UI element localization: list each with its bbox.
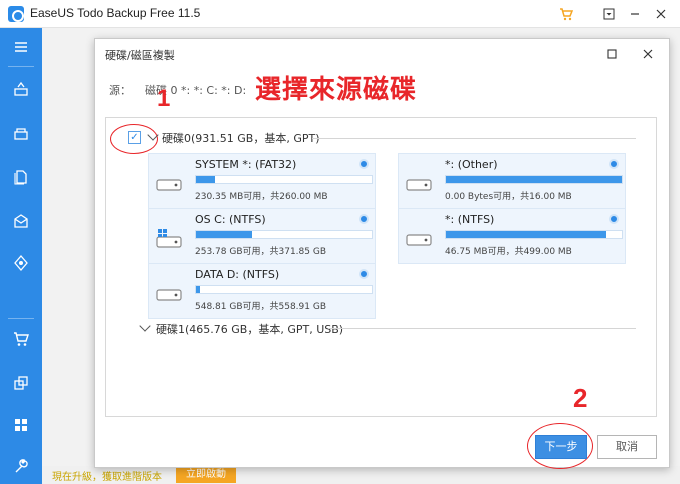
maximize-icon[interactable] — [601, 43, 623, 65]
upgrade-text: 現在升級，獲取進階版本 — [52, 472, 162, 483]
clone-dialog: 硬碟/磁區複製 源： 磁碟 0 *: *: C: *: D: 選擇來源磁碟 1 … — [94, 38, 670, 469]
mail-backup-icon[interactable] — [0, 208, 42, 234]
activate-button[interactable]: 立即啟動 — [176, 467, 236, 483]
disk1-expand-chevron-icon[interactable] — [139, 320, 151, 332]
partition-name: *: (NTFS) — [445, 213, 495, 226]
partition-select-radio[interactable] — [359, 269, 369, 279]
partition-select-radio[interactable] — [609, 159, 619, 169]
annotation-number-1: 1 — [157, 85, 171, 112]
disk0-checkbox[interactable]: ✓ — [128, 131, 141, 144]
close-app-icon[interactable] — [650, 4, 672, 24]
partition-name: SYSTEM *: (FAT32) — [195, 158, 297, 171]
partition-card[interactable]: OS C: (NTFS) 253.78 GB可用，共371.85 GB — [148, 208, 376, 264]
usage-fill — [196, 231, 253, 238]
partition-card[interactable]: *: (Other) 0.00 Bytes可用，共16.00 MB — [398, 153, 626, 209]
partition-name: DATA D: (NTFS) — [195, 268, 280, 281]
usage-fill — [196, 176, 216, 183]
partition-card[interactable]: DATA D: (NTFS) 548.81 GB可用，共558.91 GB — [148, 263, 376, 319]
file-backup-icon[interactable] — [0, 164, 42, 190]
source-label: 源： — [109, 84, 131, 97]
next-button[interactable]: 下一步 — [535, 435, 587, 459]
usage-bar — [195, 285, 373, 294]
app-titlebar: EaseUS Todo Backup Free 11.5 — [0, 0, 680, 28]
hdd-icon — [405, 227, 433, 249]
hamburger-menu-icon[interactable] — [0, 34, 42, 60]
usage-fill — [446, 176, 622, 183]
partition-info: 46.75 MB可用，共499.00 MB — [445, 247, 572, 257]
partition-name: OS C: (NTFS) — [195, 213, 266, 226]
app-logo-icon — [8, 6, 24, 22]
system-backup-icon[interactable] — [0, 120, 42, 146]
usage-bar — [445, 230, 623, 239]
windows-os-icon — [155, 227, 183, 249]
partition-info: 548.81 GB可用，共558.91 GB — [195, 302, 327, 312]
usage-bar — [445, 175, 623, 184]
usage-fill — [446, 231, 607, 238]
partition-name: *: (Other) — [445, 158, 498, 171]
partition-info: 230.35 MB可用，共260.00 MB — [195, 192, 328, 202]
sidebar — [0, 28, 42, 484]
close-dialog-icon[interactable] — [637, 43, 659, 65]
disk1-label: 硬碟1(465.76 GB，基本, GPT, USB) — [156, 323, 344, 336]
disk0-label: 硬碟0(931.51 GB，基本, GPT) — [162, 132, 320, 145]
disk-list[interactable]: ✓ 硬碟0(931.51 GB，基本, GPT) SYSTEM *: (FAT3… — [105, 117, 657, 417]
partition-info: 253.78 GB可用，共371.85 GB — [195, 247, 327, 257]
disk-backup-icon[interactable] — [0, 76, 42, 102]
partition-select-radio[interactable] — [359, 159, 369, 169]
partition-info: 0.00 Bytes可用，共16.00 MB — [445, 192, 572, 202]
partition-select-radio[interactable] — [359, 214, 369, 224]
usage-bar — [195, 230, 373, 239]
dialog-title: 硬碟/磁區複製 — [105, 49, 175, 62]
app-title: EaseUS Todo Backup Free 11.5 — [30, 6, 201, 20]
clone-icon[interactable] — [0, 370, 42, 396]
cart-icon[interactable] — [555, 4, 577, 24]
smart-backup-icon[interactable] — [0, 250, 42, 276]
select-source-heading: 選擇來源磁碟 — [255, 75, 418, 105]
hdd-icon — [155, 282, 183, 304]
partition-card[interactable]: SYSTEM *: (FAT32) 230.35 MB可用，共260.00 MB — [148, 153, 376, 209]
tools-grid-icon[interactable] — [0, 412, 42, 438]
shop-cart-icon[interactable] — [0, 326, 42, 352]
hdd-icon — [405, 172, 433, 194]
partition-card[interactable]: *: (NTFS) 46.75 MB可用，共499.00 MB — [398, 208, 626, 264]
cancel-button[interactable]: 取消 — [597, 435, 657, 459]
menu-dropdown-icon[interactable] — [598, 4, 620, 24]
usage-bar — [195, 175, 373, 184]
wrench-settings-icon[interactable] — [0, 454, 42, 480]
partition-select-radio[interactable] — [609, 214, 619, 224]
annotation-number-2: 2 — [573, 383, 588, 413]
usage-fill — [196, 286, 200, 293]
minimize-icon[interactable] — [624, 4, 646, 24]
hdd-icon — [155, 172, 183, 194]
